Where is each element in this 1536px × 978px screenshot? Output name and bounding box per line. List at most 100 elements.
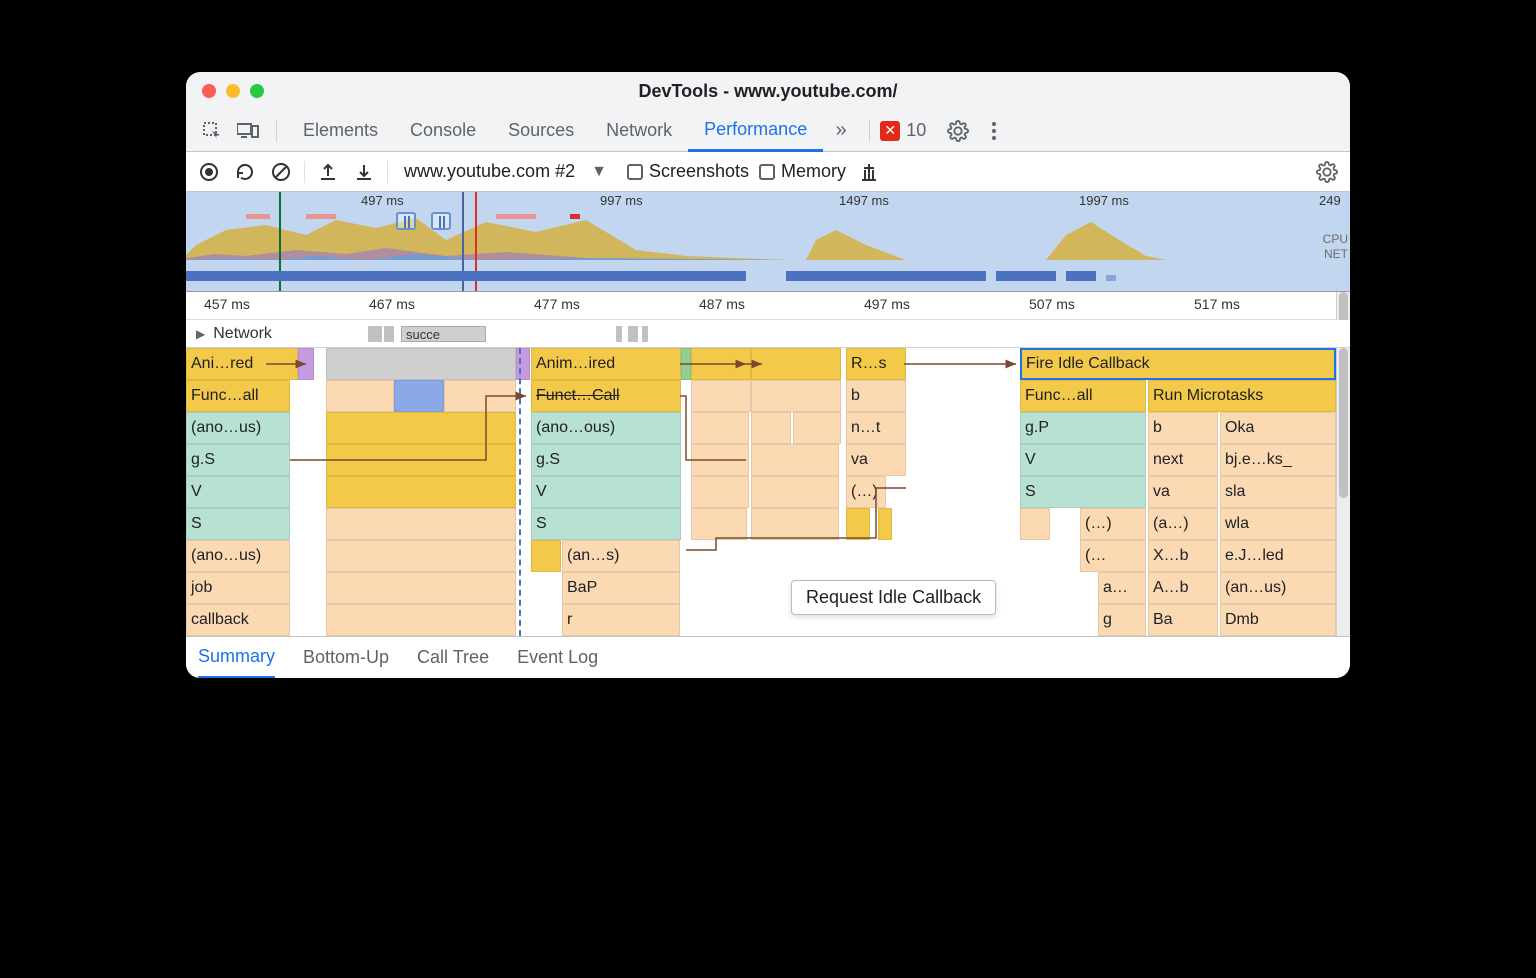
kebab-menu-icon[interactable] — [980, 117, 1008, 145]
flame-entry[interactable]: A…b — [1148, 572, 1218, 604]
flame-entry[interactable] — [531, 540, 561, 572]
flame-entry[interactable]: Anim…ired — [531, 348, 681, 380]
flame-entry[interactable]: S — [531, 508, 681, 540]
tab-calltree[interactable]: Call Tree — [417, 637, 489, 679]
flame-entry[interactable] — [751, 476, 839, 508]
tab-bottomup[interactable]: Bottom-Up — [303, 637, 389, 679]
flame-entry[interactable]: S — [186, 508, 290, 540]
flame-entry[interactable] — [394, 380, 444, 412]
flame-entry[interactable] — [878, 508, 892, 540]
flame-entry[interactable]: next — [1148, 444, 1218, 476]
flame-entry[interactable] — [846, 508, 870, 540]
flame-entry[interactable] — [691, 444, 749, 476]
flame-entry[interactable]: X…b — [1148, 540, 1218, 572]
flame-entry[interactable] — [691, 508, 747, 540]
network-track-header[interactable]: ▶ Network succe — [186, 320, 1350, 348]
flame-chart[interactable]: Ani…red Anim…ired R…s Fire Idle Callback… — [186, 348, 1350, 636]
flame-entry[interactable]: Func…all — [1020, 380, 1146, 412]
selection-handle-left[interactable] — [396, 212, 416, 230]
error-count-badge[interactable]: ✕ 10 — [880, 120, 926, 141]
flame-entry[interactable]: R…s — [846, 348, 906, 380]
flame-entry[interactable] — [326, 572, 516, 604]
flame-entry[interactable]: V — [1020, 444, 1146, 476]
flame-entry[interactable]: Run Microtasks — [1148, 380, 1336, 412]
tab-summary[interactable]: Summary — [198, 637, 275, 679]
net-entry[interactable] — [628, 326, 638, 342]
flame-entry[interactable] — [326, 604, 516, 636]
selection-handle-right[interactable] — [431, 212, 451, 230]
flame-entry[interactable] — [326, 540, 516, 572]
flame-entry[interactable]: sla — [1220, 476, 1336, 508]
flame-entry[interactable]: (… — [1080, 540, 1146, 572]
flame-entry[interactable]: va — [1148, 476, 1218, 508]
flame-entry[interactable]: Oka — [1220, 412, 1336, 444]
tab-performance[interactable]: Performance — [688, 110, 823, 152]
flame-entry[interactable] — [751, 380, 841, 412]
flame-entry[interactable]: (ano…us) — [186, 540, 290, 572]
net-entry[interactable] — [642, 326, 648, 342]
tab-console[interactable]: Console — [394, 110, 492, 152]
perf-settings-icon[interactable] — [1314, 159, 1340, 185]
net-entry[interactable] — [368, 326, 382, 342]
flame-entry[interactable]: (ano…ous) — [531, 412, 681, 444]
inspect-icon[interactable] — [198, 117, 226, 145]
flame-entry[interactable]: b — [846, 380, 906, 412]
flame-entry[interactable]: job — [186, 572, 290, 604]
flame-entry[interactable]: a… — [1098, 572, 1146, 604]
flame-entry[interactable]: b — [1148, 412, 1218, 444]
record-button[interactable] — [196, 159, 222, 185]
download-icon[interactable] — [351, 159, 377, 185]
tab-eventlog[interactable]: Event Log — [517, 637, 598, 679]
flame-entry[interactable] — [1020, 508, 1050, 540]
flame-entry[interactable]: g.P — [1020, 412, 1146, 444]
flame-entry[interactable] — [326, 444, 516, 476]
more-tabs-icon[interactable]: » — [827, 117, 855, 145]
flame-entry[interactable]: g.S — [186, 444, 290, 476]
flame-entry[interactable]: r — [562, 604, 680, 636]
vertical-scrollbar[interactable] — [1336, 292, 1350, 319]
garbage-collect-icon[interactable] — [856, 159, 882, 185]
device-toggle-icon[interactable] — [234, 117, 262, 145]
net-entry[interactable] — [384, 326, 394, 342]
flame-entry[interactable]: Func…all — [186, 380, 290, 412]
flame-entry[interactable] — [751, 412, 791, 444]
flame-entry[interactable] — [326, 412, 516, 444]
flame-entry[interactable]: Funct…Call — [531, 380, 681, 412]
flame-entry[interactable]: (an…us) — [1220, 572, 1336, 604]
flame-entry[interactable]: va — [846, 444, 906, 476]
flame-entry[interactable] — [326, 348, 516, 380]
flame-entry[interactable] — [326, 380, 394, 412]
flame-entry[interactable]: n…t — [846, 412, 906, 444]
upload-icon[interactable] — [315, 159, 341, 185]
flame-entry[interactable]: wla — [1220, 508, 1336, 540]
flame-entry[interactable]: (ano…us) — [186, 412, 290, 444]
flame-entry[interactable] — [691, 380, 751, 412]
memory-checkbox[interactable]: Memory — [759, 161, 846, 182]
flame-entry[interactable]: (…) — [1080, 508, 1146, 540]
flame-entry[interactable]: V — [531, 476, 681, 508]
vertical-scrollbar[interactable] — [1336, 348, 1350, 636]
flame-entry[interactable] — [326, 476, 516, 508]
flame-entry[interactable]: g — [1098, 604, 1146, 636]
reload-record-button[interactable] — [232, 159, 258, 185]
flame-entry[interactable] — [681, 348, 691, 380]
net-entry-label[interactable]: succe — [401, 326, 486, 342]
gear-icon[interactable] — [944, 117, 972, 145]
flame-entry[interactable] — [691, 476, 749, 508]
ruler[interactable]: 457 ms 467 ms 477 ms 487 ms 497 ms 507 m… — [186, 292, 1350, 320]
tab-sources[interactable]: Sources — [492, 110, 590, 152]
flame-entry[interactable]: Ani…red — [186, 348, 298, 380]
flame-entry[interactable]: Dmb — [1220, 604, 1336, 636]
timeline-overview[interactable]: 497 ms 997 ms 1497 ms 1997 ms 249 — [186, 192, 1350, 292]
flame-entry[interactable]: BaP — [562, 572, 680, 604]
flame-entry[interactable]: (…) — [846, 476, 886, 508]
net-entry[interactable] — [616, 326, 622, 342]
flame-entry[interactable] — [751, 348, 841, 380]
flame-entry[interactable]: bj.e…ks_ — [1220, 444, 1336, 476]
flame-entry[interactable] — [751, 508, 839, 540]
recording-selector-dropdown[interactable]: ▼ — [591, 163, 607, 181]
flame-entry[interactable]: (a…) — [1148, 508, 1218, 540]
flame-entry-selected[interactable]: Fire Idle Callback — [1020, 348, 1336, 380]
flame-entry[interactable]: (an…s) — [562, 540, 680, 572]
screenshots-checkbox[interactable]: Screenshots — [627, 161, 749, 182]
